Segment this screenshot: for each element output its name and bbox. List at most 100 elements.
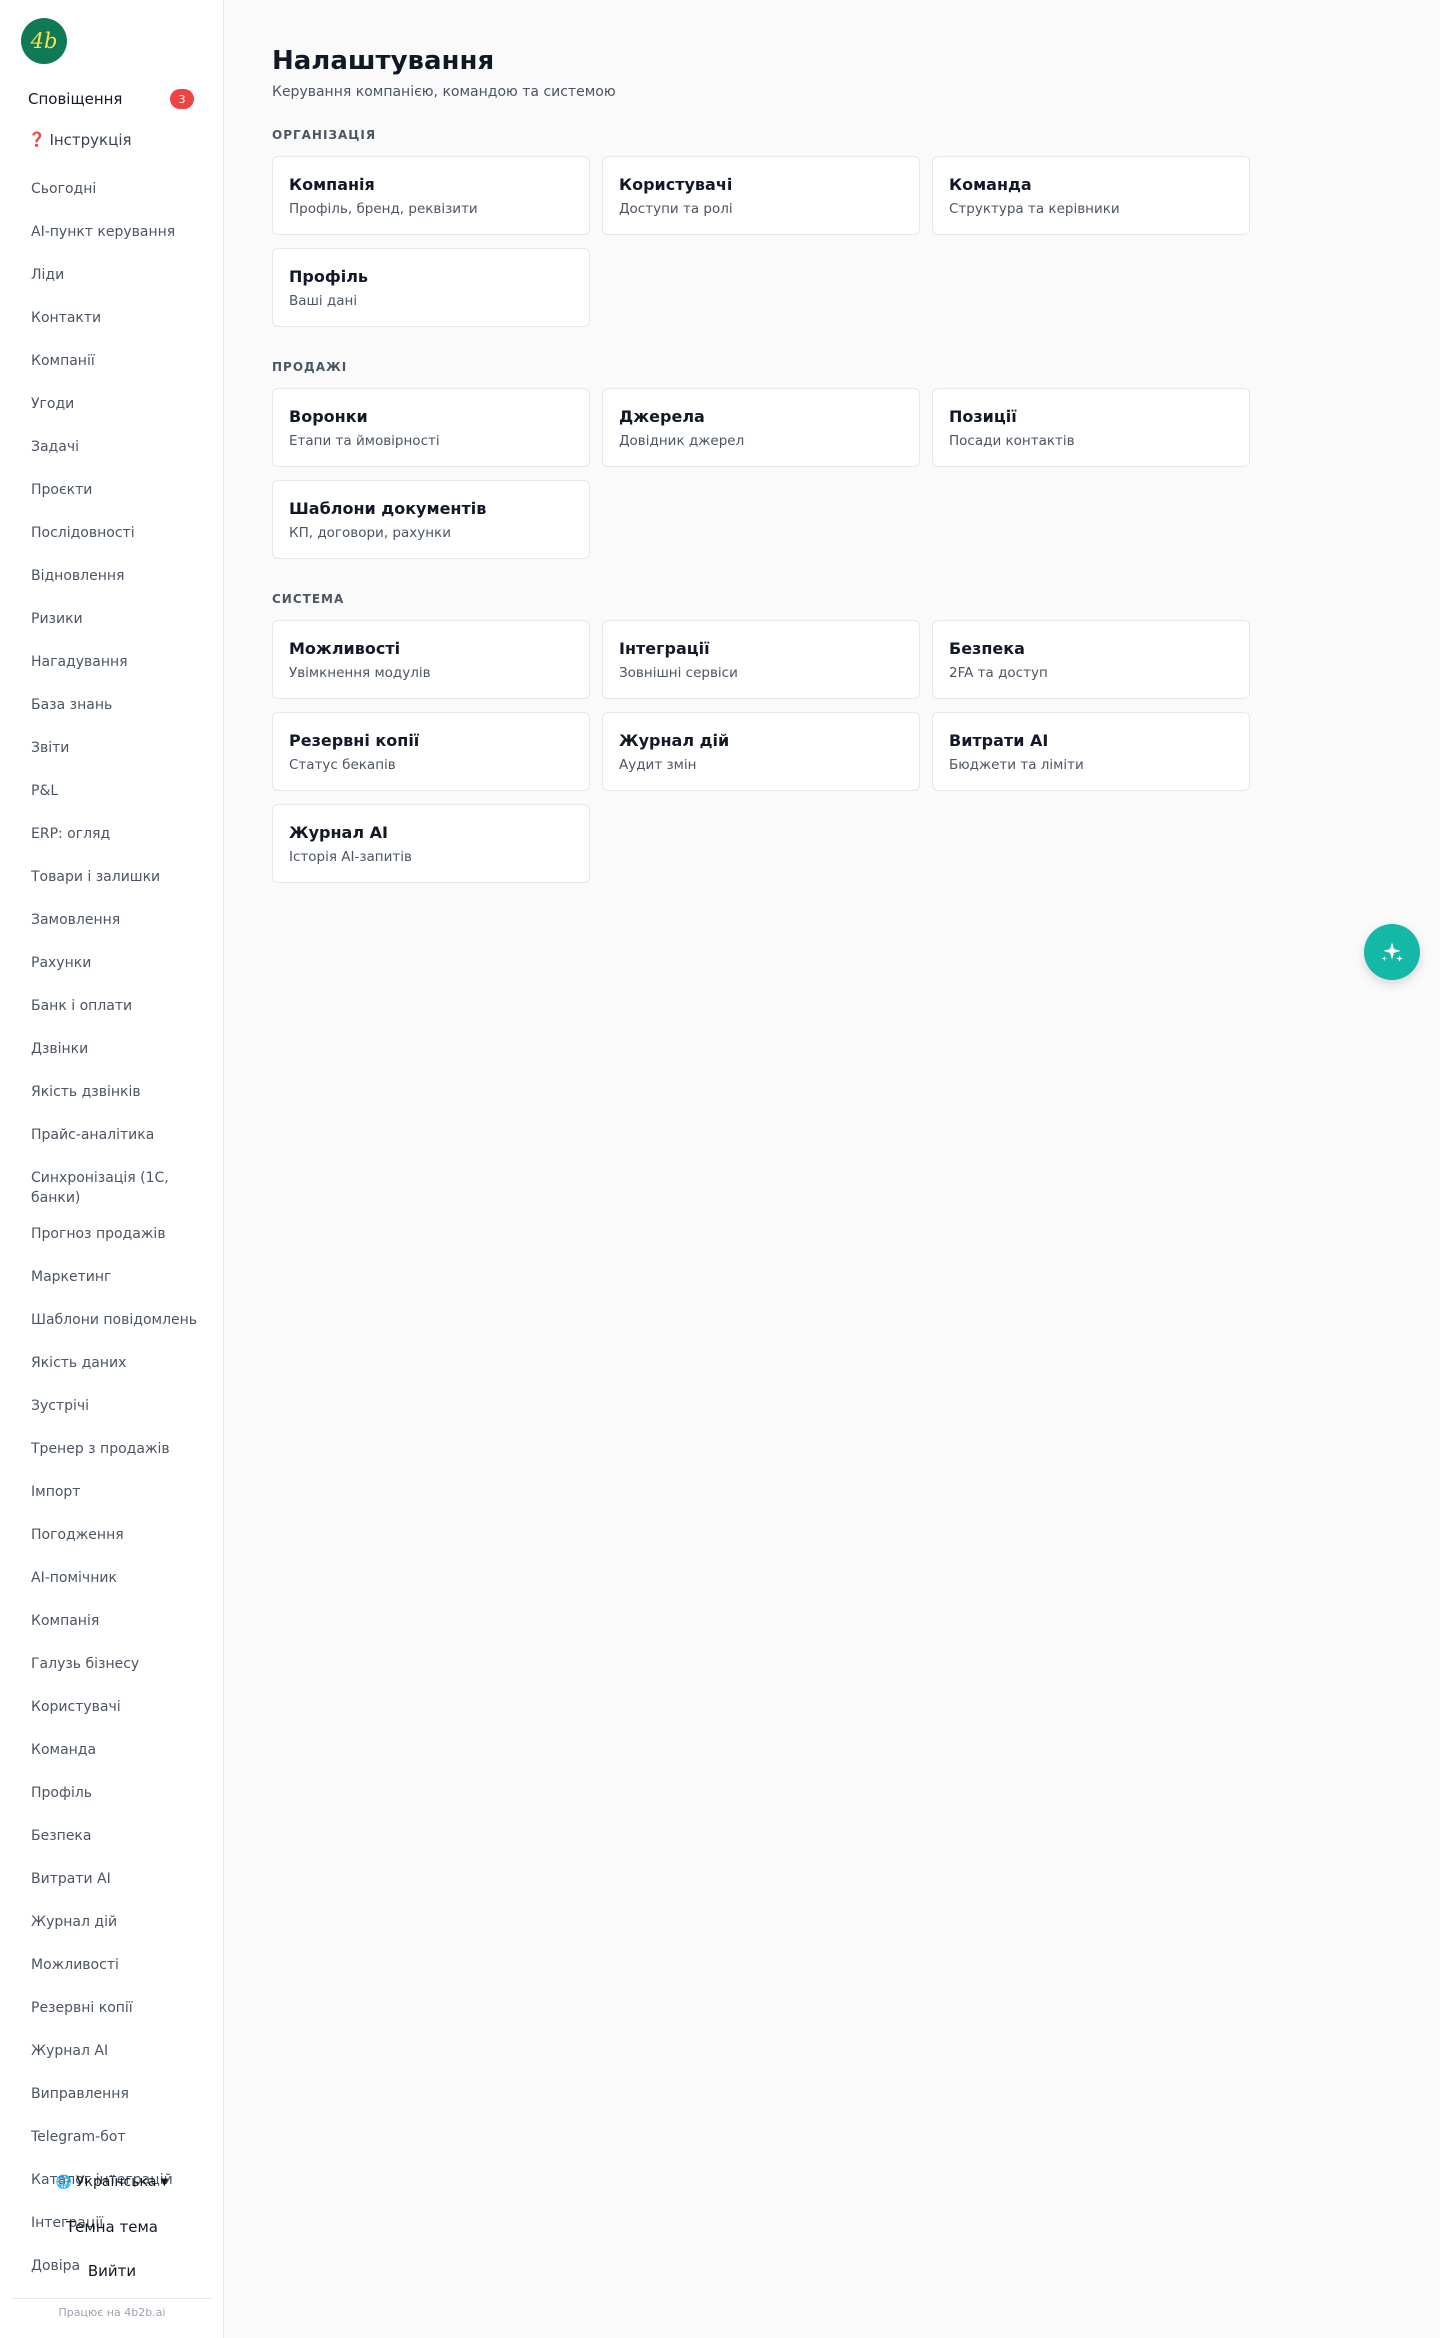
sidebar-item[interactable]: Галузь бізнесу [31,1651,201,1677]
sidebar-item[interactable]: Контакти [31,305,201,331]
notifications-link[interactable]: Сповіщення 3 [28,88,194,110]
sidebar-item[interactable]: Ліди [31,262,201,288]
sidebar-item[interactable]: Зустрічі [31,1393,201,1419]
sidebar-item[interactable]: Рахунки [31,950,201,976]
card-title: Журнал AI [289,823,388,842]
sidebar-item[interactable]: Угоди [31,391,201,417]
globe-icon: 🌐 [55,2174,72,2190]
sidebar-item[interactable]: Якість даних [31,1350,201,1376]
sidebar-item[interactable]: Резервні копії [31,1995,201,2021]
sidebar-item[interactable]: Погодження [31,1522,201,1548]
sidebar-item[interactable]: AI-пункт керування [31,219,201,245]
sparkles-icon [1381,942,1403,962]
card-description: Доступи та ролі [619,201,733,217]
sidebar-item[interactable]: Послідовності [31,520,201,546]
sidebar-item[interactable]: Дзвінки [31,1036,201,1062]
card-description: Посади контактів [949,433,1075,449]
card-description: Аудит змін [619,757,697,773]
sidebar-item[interactable]: Сьогодні [31,176,201,202]
sidebar-item[interactable]: Команда [31,1737,201,1763]
language-select[interactable]: 🌐 Українська ▼ [0,2174,224,2190]
sidebar-item[interactable]: Telegram-бот [31,2124,201,2150]
sidebar-item[interactable]: Тренер з продажів [31,1436,201,1462]
sidebar-item[interactable]: Замовлення [31,907,201,933]
settings-grid: Компанія Профіль, бренд, реквізити Користу… [272,156,1250,327]
settings-card[interactable]: Журнал дій Аудит змін [602,712,920,791]
help-label: Інструкція [49,131,132,149]
card-description: Етапи та ймовірності [289,433,440,449]
logout-button[interactable]: Вийти [0,2262,224,2280]
sidebar-item[interactable]: База знань [31,692,201,718]
sidebar-item[interactable]: Прогноз продажів [31,1221,201,1247]
card-title: Інтеграції [619,639,710,658]
settings-card[interactable]: Безпека 2FA та доступ [932,620,1250,699]
card-description: 2FA та доступ [949,665,1048,681]
card-description: Зовнішні сервіси [619,665,738,681]
settings-card[interactable]: Резервні копії Статус бекапів [272,712,590,791]
sidebar-item[interactable]: Товари і залишки [31,864,201,890]
settings-card[interactable]: Журнал AI Історія AI-запитів [272,804,590,883]
card-description: Ваші дані [289,293,358,309]
card-description: Довідник джерел [619,433,745,449]
sidebar-item[interactable]: Компанії [31,348,201,374]
card-description: КП, договори, рахунки [289,525,451,541]
sidebar-item[interactable]: P&L [31,778,201,804]
sidebar-item[interactable]: Банк і оплати [31,993,201,1019]
settings-card[interactable]: Профіль Ваші дані [272,248,590,327]
settings-card[interactable]: Користувачі Доступи та ролі [602,156,920,235]
divider [12,2298,212,2299]
settings-grid: Воронки Етапи та ймовірності Джерела Довідн… [272,388,1250,559]
sidebar-item[interactable]: Журнал дій [31,1909,201,1935]
sidebar-item[interactable]: Нагадування [31,649,201,675]
sidebar-item[interactable]: Звіти [31,735,201,761]
sidebar-item[interactable]: Синхронізація (1С, банки) [31,1165,201,1211]
settings-card[interactable]: Позиції Посади контактів [932,388,1250,467]
sidebar: 4b Сповіщення 3 ❓ Інструкція Сьогодні AI-… [0,0,224,2338]
card-title: Можливості [289,639,401,658]
sidebar-item[interactable]: AI-помічник [31,1565,201,1591]
section-title: СИСТЕМА [272,592,345,606]
card-title: Безпека [949,639,1025,658]
settings-card[interactable]: Компанія Профіль, бренд, реквізити [272,156,590,235]
sidebar-item[interactable]: Журнал AI [31,2038,201,2064]
sidebar-item[interactable]: Профіль [31,1780,201,1806]
sidebar-item[interactable]: Маркетинг [31,1264,201,1290]
sidebar-item[interactable]: Якість дзвінків [31,1079,201,1105]
logo[interactable]: 4b [21,18,67,64]
sidebar-item[interactable]: Ризики [31,606,201,632]
sidebar-item[interactable]: Імпорт [31,1479,201,1505]
settings-card[interactable]: Витрати AI Бюджети та ліміти [932,712,1250,791]
settings-card[interactable]: Команда Структура та керівники [932,156,1250,235]
settings-card[interactable]: Джерела Довідник джерел [602,388,920,467]
settings-card[interactable]: Воронки Етапи та ймовірності [272,388,590,467]
help-link[interactable]: ❓ Інструкція [28,130,132,150]
sidebar-item[interactable]: Безпека [31,1823,201,1849]
card-description: Статус бекапів [289,757,396,773]
page-title: Налаштування [272,46,495,76]
notifications-badge: 3 [170,89,194,109]
card-title: Шаблони документів [289,499,487,518]
sidebar-nav: Сьогодні AI-пункт керування Ліди Контакти Ко… [31,176,201,2296]
sidebar-item[interactable]: Задачі [31,434,201,460]
notifications-label: Сповіщення [28,90,123,108]
sidebar-item[interactable]: Витрати AI [31,1866,201,1892]
card-title: Воронки [289,407,368,426]
sidebar-item[interactable]: Шаблони повідомлень [31,1307,201,1333]
sidebar-item[interactable]: Проєкти [31,477,201,503]
card-description: Профіль, бренд, реквізити [289,201,478,217]
sidebar-item[interactable]: Прайс-аналітика [31,1122,201,1148]
settings-card[interactable]: Можливості Увімкнення модулів [272,620,590,699]
sidebar-item[interactable]: ERP: огляд [31,821,201,847]
sidebar-item[interactable]: Користувачі [31,1694,201,1720]
sidebar-item[interactable]: Можливості [31,1952,201,1978]
sidebar-item[interactable]: Компанія [31,1608,201,1634]
dark-theme-button[interactable]: Темна тема [0,2218,224,2236]
language-label: Українська [76,2174,157,2190]
settings-card[interactable]: Шаблони документів КП, договори, рахунки [272,480,590,559]
ai-assistant-button[interactable] [1364,924,1420,980]
card-title: Компанія [289,175,375,194]
sidebar-item[interactable]: Відновлення [31,563,201,589]
card-title: Джерела [619,407,705,426]
sidebar-item[interactable]: Виправлення [31,2081,201,2107]
settings-card[interactable]: Інтеграції Зовнішні сервіси [602,620,920,699]
